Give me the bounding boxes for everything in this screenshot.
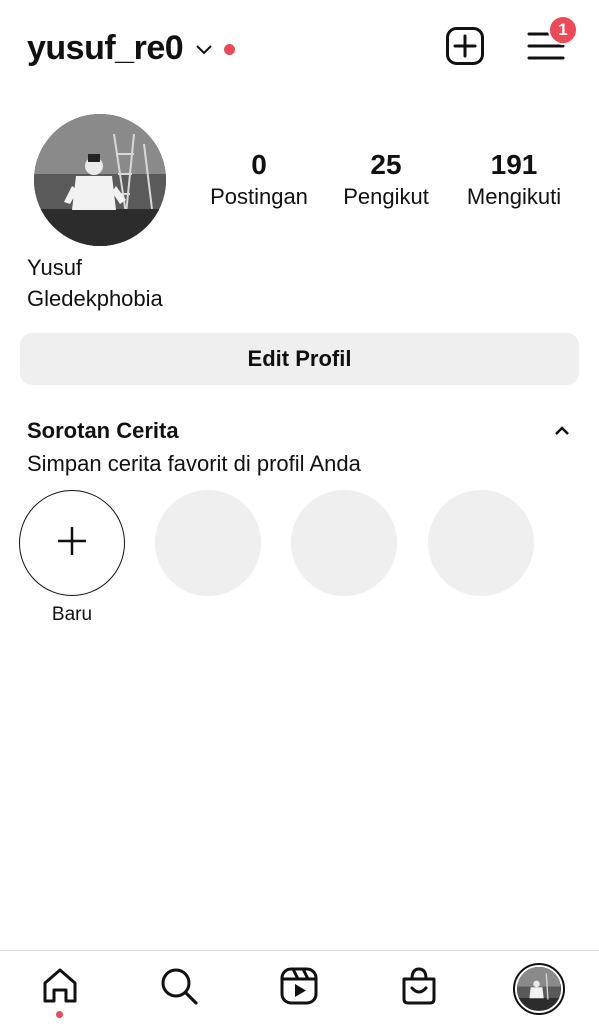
stat-value: 25 [370,149,402,180]
home-icon [40,966,80,1011]
stat-value: 0 [251,149,267,180]
highlight-placeholder [155,490,261,596]
nav-search[interactable] [159,968,199,1008]
shop-icon [399,966,439,1011]
notification-badge: 1 [548,15,578,45]
bottom-navigation [0,950,599,1024]
chevron-up-icon[interactable] [551,420,573,442]
plus-icon [54,523,90,564]
create-button[interactable] [445,26,485,71]
stat-followers[interactable]: 25 Pengikut [328,148,444,212]
nav-home[interactable] [40,968,80,1008]
highlight-placeholder [291,490,397,596]
nav-shop[interactable] [399,966,439,1011]
profile-username: yusuf_re0 [27,29,184,67]
stat-posts[interactable]: 0 Postingan [190,148,328,212]
stat-label: Mengikuti [466,184,562,209]
activity-dot [56,1011,63,1018]
highlight-placeholder [428,490,534,596]
profile-display-name: Yusuf [27,255,83,280]
highlights-subtitle: Simpan cerita favorit di profil Anda [27,451,361,476]
new-highlight-label: Baru [51,604,93,625]
stat-following[interactable]: 191 Mengikuti [452,148,576,212]
stat-label: Pengikut [343,184,429,209]
nav-profile[interactable] [513,963,565,1015]
chevron-down-icon[interactable] [195,40,213,58]
new-highlight-button[interactable] [19,490,125,596]
reels-icon [279,966,319,1011]
highlights-title: Sorotan Cerita [27,418,179,443]
account-switcher[interactable]: yusuf_re0 [27,28,236,68]
profile-avatar[interactable] [34,114,166,246]
edit-profile-button[interactable]: Edit Profil [20,333,579,385]
search-icon [159,966,199,1011]
unread-dot [224,43,236,55]
plus-square-icon [445,26,485,71]
stat-value: 191 [490,149,538,180]
profile-avatar-small [517,967,561,1011]
nav-reels[interactable] [279,966,319,1011]
top-bar: yusuf_re0 1 [0,0,599,96]
profile-bio: Gledekphobia [27,286,163,311]
profile-stats: 0 Postingan 25 Pengikut 191 Mengikuti [190,148,590,218]
stat-label: Postingan [210,184,308,209]
